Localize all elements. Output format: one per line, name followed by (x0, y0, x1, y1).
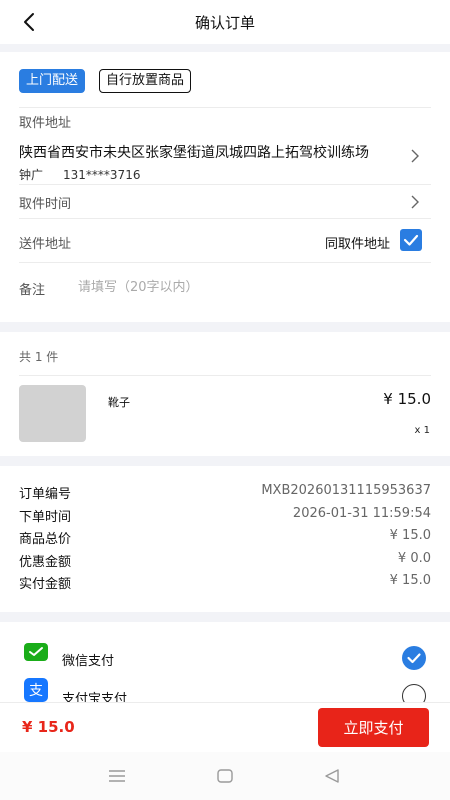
page-title: 确认订单 (194, 14, 255, 32)
goods-total-label: 商品总价 (19, 532, 72, 547)
total-amount: ¥ 15.0 (22, 718, 75, 736)
pickup-time-label: 取件时间 (19, 197, 72, 212)
product-quantity: x 1 (414, 425, 430, 436)
remark-input[interactable] (78, 277, 378, 297)
payment-option-wechat[interactable]: 微信支付 (0, 640, 450, 676)
product-name: 靴子 (108, 396, 130, 409)
discount-value: ¥ 0.0 (397, 551, 431, 566)
payment-methods-card: 微信支付 支 支付宝支付 (0, 622, 450, 702)
order-number-value: MXB20260131115953637 (261, 483, 431, 498)
system-nav-bar (0, 752, 450, 800)
pickup-contact: 钟广 131****3716 (19, 166, 140, 183)
item-count: 共 1 件 (19, 350, 59, 364)
pickup-address-text: 陕西省西安市未央区张家堡街道凤城四路上拓驾校训练场 (19, 145, 369, 161)
payment-option-alipay[interactable]: 支 支付宝支付 (0, 678, 450, 702)
wechat-pay-icon (24, 643, 48, 661)
pickup-address-label: 取件地址 (19, 116, 72, 131)
alipay-icon: 支 (24, 678, 48, 702)
contact-name: 钟广 (19, 168, 44, 182)
remark-label: 备注 (19, 283, 46, 298)
same-as-pickup-label: 同取件地址 (324, 237, 390, 252)
order-row: 下单时间 2026-01-31 11:59:54 (19, 506, 431, 525)
header-bar: 确认订单 (0, 0, 450, 44)
alipay-label: 支付宝支付 (62, 692, 128, 702)
divider (19, 218, 431, 219)
order-row: 实付金额 ¥ 15.0 (19, 573, 431, 592)
paid-amount-label: 实付金额 (19, 577, 72, 592)
chevron-right-icon (411, 195, 419, 209)
checkmark-icon (403, 234, 419, 246)
home-icon[interactable] (216, 768, 234, 784)
pay-now-button[interactable]: 立即支付 (318, 708, 429, 747)
product-thumbnail (19, 385, 86, 442)
back-icon[interactable] (323, 768, 341, 784)
items-card: 共 1 件 靴子 ¥ 15.0 x 1 (0, 332, 450, 456)
checkmark-icon (407, 653, 421, 664)
order-row: 优惠金额 ¥ 0.0 (19, 551, 431, 570)
tab-self-placement[interactable]: 自行放置商品 (99, 69, 192, 93)
order-time-value: 2026-01-31 11:59:54 (292, 506, 431, 521)
order-time-label: 下单时间 (19, 510, 72, 525)
same-as-pickup-checkbox[interactable] (400, 229, 422, 251)
delivery-mode-tabs: 上门配送 自行放置商品 (19, 69, 192, 93)
delivery-address-label: 送件地址 (19, 237, 72, 252)
order-details-card: 订单编号 MXB20260131115953637 下单时间 2026-01-3… (0, 466, 450, 612)
chevron-right-icon (411, 149, 419, 163)
delivery-card: 上门配送 自行放置商品 取件地址 陕西省西安市未央区张家堡街道凤城四路上拓驾校训… (0, 52, 450, 322)
alipay-radio[interactable] (402, 684, 426, 702)
menu-icon[interactable] (108, 768, 126, 784)
tab-door-delivery[interactable]: 上门配送 (19, 69, 86, 93)
wechat-pay-label: 微信支付 (62, 654, 115, 669)
divider (19, 107, 431, 108)
divider (19, 375, 431, 376)
bottom-action-bar: ¥ 15.0 立即支付 (0, 702, 450, 752)
order-number-label: 订单编号 (19, 487, 72, 502)
paid-amount-value: ¥ 15.0 (389, 573, 431, 588)
contact-phone: 131****3716 (63, 168, 141, 182)
discount-label: 优惠金额 (19, 555, 72, 570)
order-row: 订单编号 MXB20260131115953637 (19, 483, 431, 502)
svg-text:支: 支 (29, 683, 43, 699)
goods-total-value: ¥ 15.0 (389, 528, 431, 543)
divider (19, 184, 431, 185)
wechat-pay-radio[interactable] (402, 646, 426, 670)
order-row: 商品总价 ¥ 15.0 (19, 528, 431, 547)
product-price: ¥ 15.0 (383, 390, 431, 408)
divider (19, 262, 431, 263)
